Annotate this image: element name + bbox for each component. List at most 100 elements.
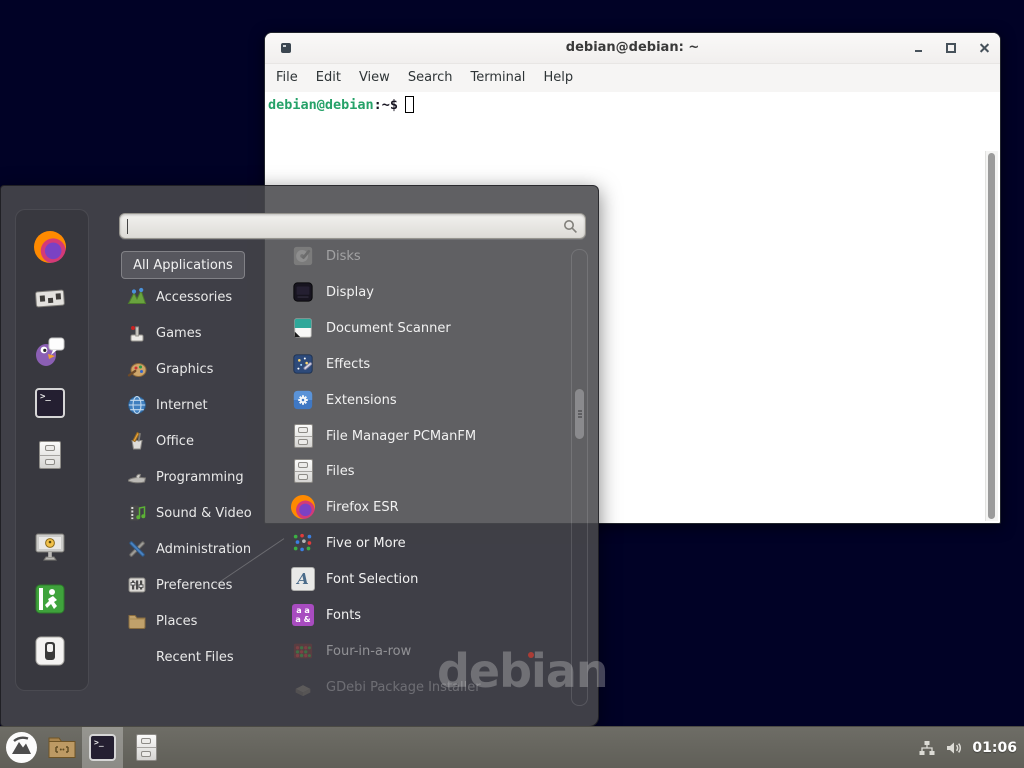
menu-search[interactable]: Search [399,64,462,92]
menu-logo-icon [5,731,38,764]
menu-help[interactable]: Help [534,64,582,92]
taskbar-file-manager-launcher[interactable] [42,727,82,768]
close-button[interactable] [978,42,990,54]
app-label: Document Scanner [326,321,451,336]
places-folder-icon [127,611,147,631]
favorite-firefox-button[interactable] [34,231,66,263]
category-sound-video[interactable]: Sound & Video [121,495,271,531]
four-in-a-row-icon [291,639,315,663]
category-label: Administration [156,542,251,557]
terminal-titlebar[interactable]: debian@debian: ~ [265,33,1000,64]
category-label: Games [156,326,201,341]
internet-globe-icon [127,395,147,415]
category-graphics[interactable]: Graphics [121,351,271,387]
terminal-menubar: File Edit View Search Terminal Help [265,64,1000,92]
taskbar-files-window-button[interactable] [123,727,169,768]
category-label: Accessories [156,290,232,305]
five-or-more-icon [291,531,315,555]
app-label: Effects [326,357,370,372]
app-label: Five or More [326,536,406,551]
firefox-icon [291,495,315,519]
network-status-icon[interactable] [918,739,936,757]
lock-screen-icon [34,532,66,562]
favorite-mixer-button[interactable] [34,283,66,315]
shutdown-icon [35,636,65,666]
file-cabinet-icon [39,441,61,469]
search-box [119,213,586,239]
games-icon [127,323,147,343]
app-label: Firefox ESR [326,500,399,515]
terminal-window-title: debian@debian: ~ [265,33,1000,63]
app-display[interactable]: Display [291,274,573,310]
app-effects[interactable]: Effects [291,346,573,382]
category-programming[interactable]: Programming [121,459,271,495]
app-label: File Manager PCManFM [326,429,476,444]
app-list-scrollbar[interactable] [571,249,588,706]
app-file-manager-pcmanfm[interactable]: File Manager PCManFM [291,418,573,454]
taskbar-terminal-window-button[interactable]: >_ [82,727,123,768]
favorite-pidgin-button[interactable] [34,335,66,367]
app-five-or-more[interactable]: Five or More [291,525,573,561]
app-extensions[interactable]: Extensions [291,382,573,418]
category-label: Graphics [156,362,213,377]
taskbar-menu-button[interactable] [0,727,42,768]
app-label: Display [326,285,374,300]
pidgin-icon [34,335,66,367]
graphics-icon [127,359,147,379]
maximize-icon [946,43,956,53]
programming-icon [127,467,147,487]
debian-wallpaper-watermark: debian [437,644,608,698]
prompt-user-host: debian@debian [268,97,374,113]
extensions-icon [291,388,315,412]
category-office[interactable]: Office [121,423,271,459]
maximize-button[interactable] [945,42,957,54]
menu-view[interactable]: View [350,64,399,92]
administration-icon [127,539,147,559]
category-label: Sound & Video [156,506,252,521]
minimize-button[interactable] [912,42,924,54]
app-firefox-esr[interactable]: Firefox ESR [291,489,573,525]
shutdown-button[interactable] [34,635,66,667]
menu-terminal[interactable]: Terminal [461,64,534,92]
category-label: Office [156,434,194,449]
search-input[interactable] [126,216,556,236]
category-recent-files[interactable]: Recent Files [121,639,271,675]
category-label: Places [156,614,197,629]
category-label: Programming [156,470,244,485]
logout-icon [35,584,65,614]
file-cabinet-icon [291,424,315,448]
category-all-applications[interactable]: All Applications [121,251,245,279]
fonts-icon: a aa & [291,603,315,627]
app-font-selection[interactable]: A Font Selection [291,561,573,597]
gdebi-icon [291,675,315,699]
app-document-scanner[interactable]: Document Scanner [291,310,573,346]
app-files[interactable]: Files [291,453,573,489]
category-preferences[interactable]: Preferences [121,567,271,603]
menu-file[interactable]: File [267,64,307,92]
category-internet[interactable]: Internet [121,387,271,423]
debian-logo-red-dot [528,652,534,658]
app-label: Font Selection [326,572,418,587]
app-list-scrollbar-thumb[interactable] [574,388,585,440]
logout-button[interactable] [34,583,66,615]
app-label: Four-in-a-row [326,644,411,659]
terminal-icon: >_ [89,734,116,761]
file-cabinet-icon [136,734,157,761]
category-games[interactable]: Games [121,315,271,351]
terminal-scrollbar-thumb[interactable] [988,153,995,519]
category-accessories[interactable]: Accessories [121,279,271,315]
app-disks[interactable]: Disks [291,238,573,274]
clock[interactable]: 01:06 [972,740,1017,756]
lock-screen-button[interactable] [34,531,66,563]
close-icon [980,44,989,53]
terminal-scrollbar[interactable] [985,151,998,521]
favorite-files-button[interactable] [34,439,66,471]
app-fonts[interactable]: a aa & Fonts [291,597,573,633]
category-label: Recent Files [156,650,234,665]
favorite-terminal-button[interactable]: >_ [34,387,66,419]
terminal-cursor [405,96,414,113]
category-places[interactable]: Places [121,603,271,639]
menu-edit[interactable]: Edit [307,64,350,92]
taskbar: >_ 01:06 [0,726,1024,768]
volume-icon[interactable] [945,739,963,757]
